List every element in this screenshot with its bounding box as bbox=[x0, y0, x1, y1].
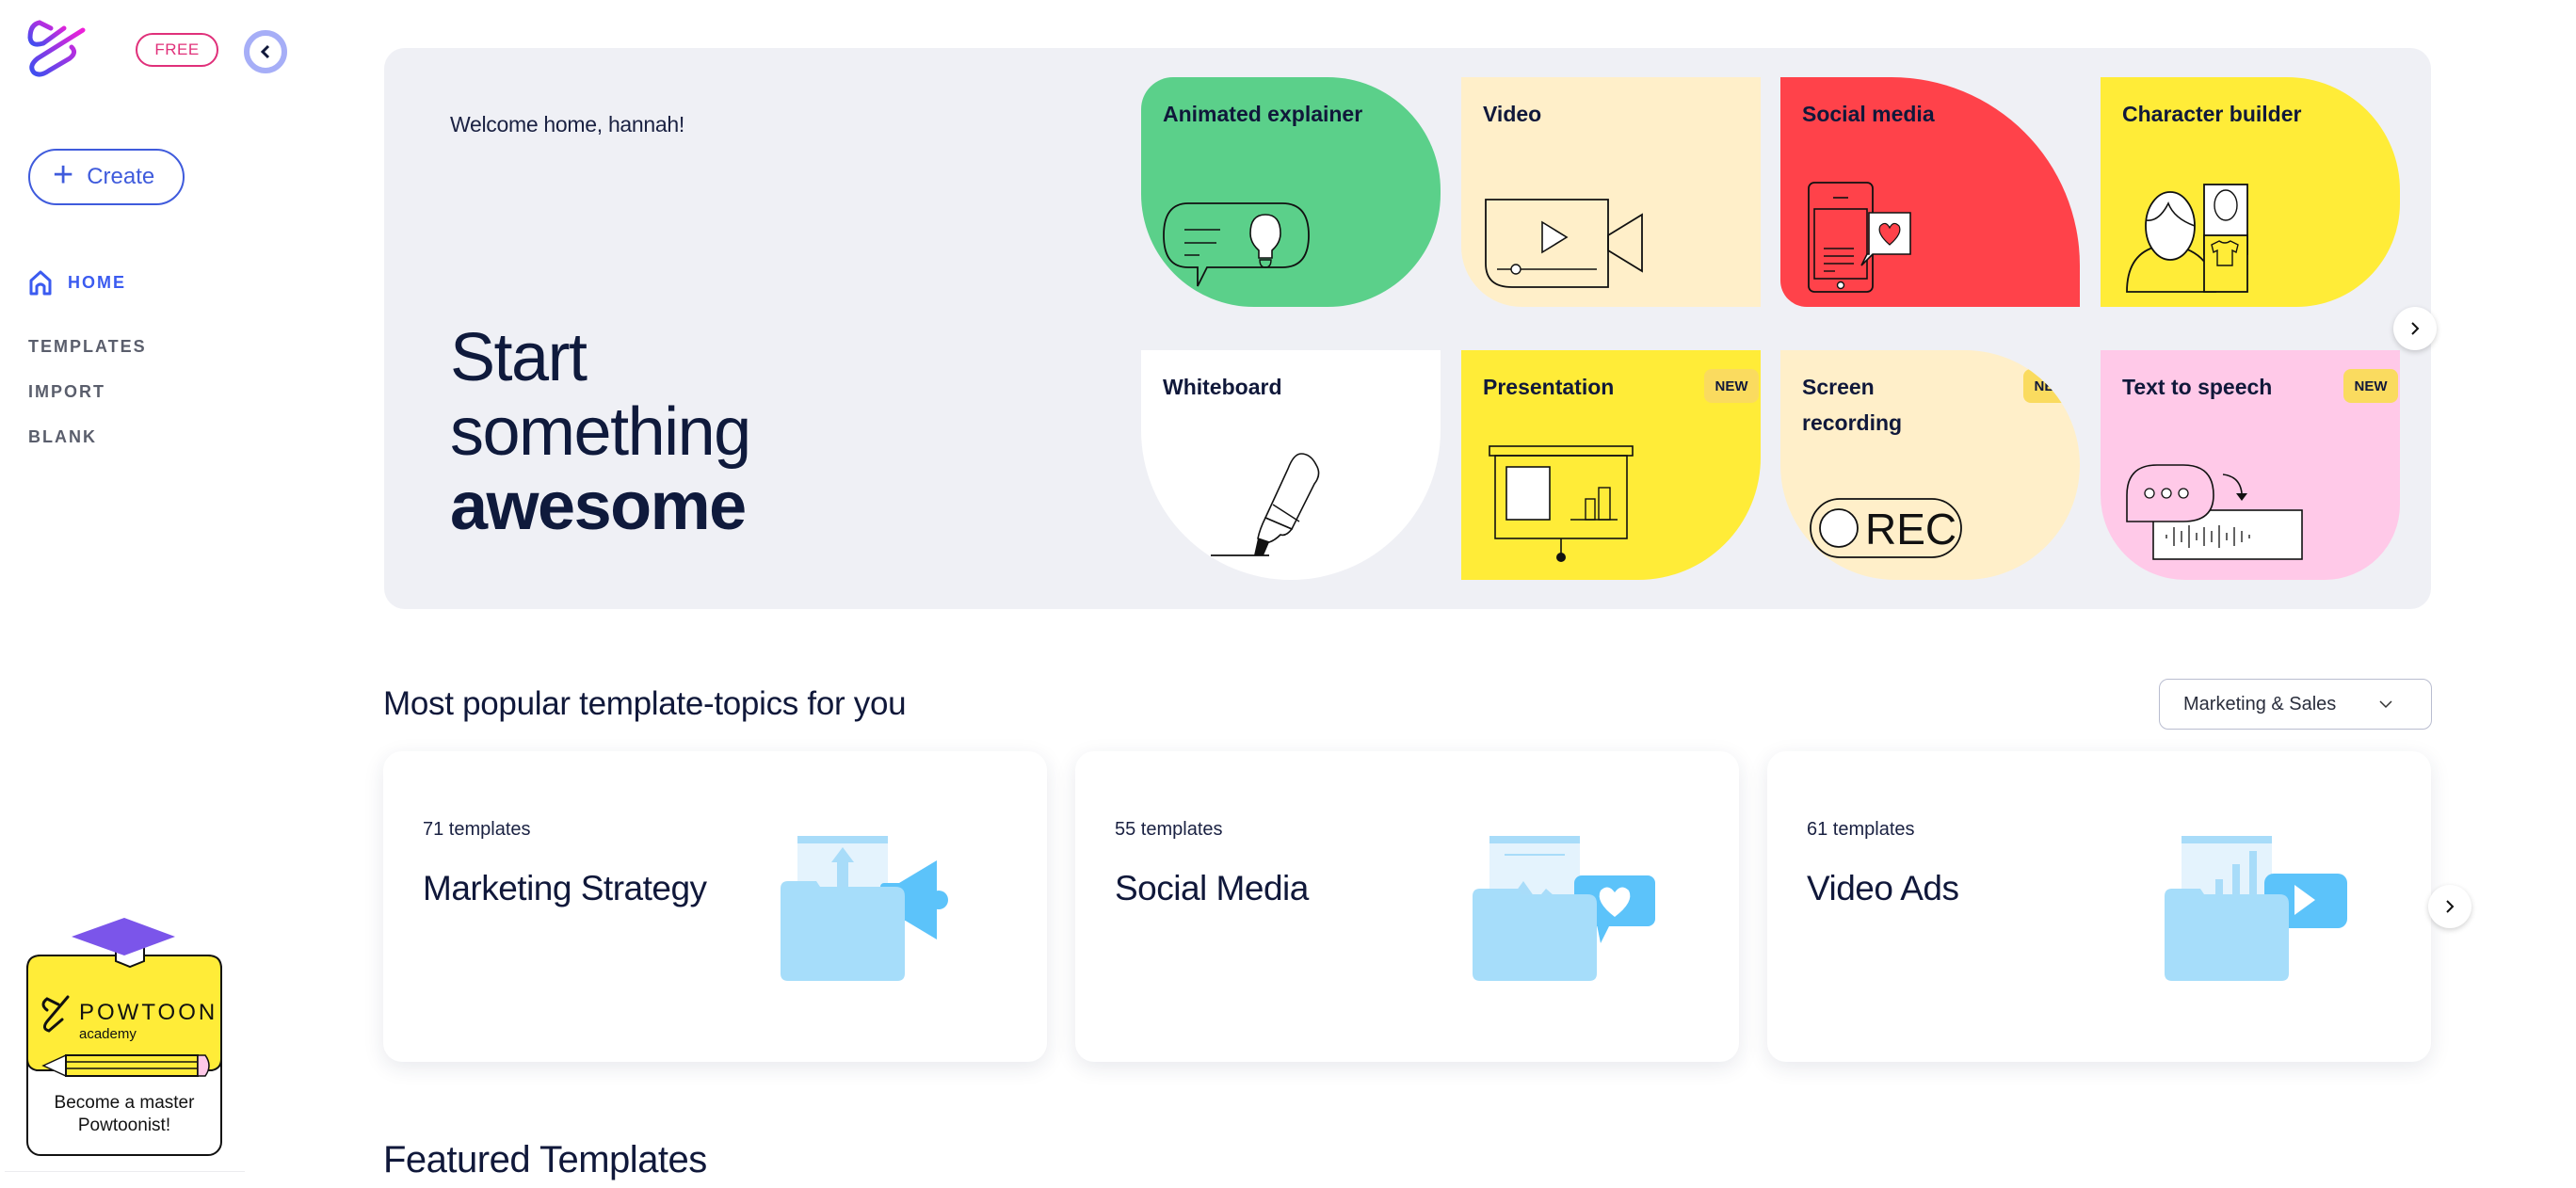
tile-title: Screen recording bbox=[1802, 375, 1903, 435]
topics-section-title: Most popular template-topics for you bbox=[383, 685, 907, 722]
home-icon bbox=[29, 270, 52, 296]
presentation-board-icon bbox=[1489, 445, 1634, 562]
tile-text-to-speech[interactable]: Text to speech NEW bbox=[2101, 350, 2400, 580]
sidebar-item-label: IMPORT bbox=[28, 382, 105, 401]
character-icon bbox=[2126, 184, 2248, 293]
rec-button-icon: REC bbox=[1810, 498, 1962, 558]
sidebar-item-templates[interactable]: TEMPLATES bbox=[28, 337, 147, 357]
chevron-right-icon bbox=[2411, 322, 2420, 335]
tile-title: Whiteboard bbox=[1163, 375, 1282, 399]
tile-title: Social media bbox=[1802, 102, 1935, 126]
sidebar-item-blank[interactable]: BLANK bbox=[28, 427, 97, 447]
template-count: 71 templates bbox=[423, 819, 531, 840]
topics-next-button[interactable] bbox=[2428, 885, 2471, 928]
powtoon-logo[interactable] bbox=[26, 19, 89, 77]
sidebar-item-label: TEMPLATES bbox=[28, 337, 147, 356]
create-label: Create bbox=[87, 164, 155, 189]
hero-panel: Welcome home, hannah! Start something aw… bbox=[384, 48, 2437, 609]
chevron-down-icon bbox=[2379, 700, 2392, 709]
folder-megaphone-icon bbox=[781, 836, 948, 981]
chevron-left-icon bbox=[260, 44, 270, 59]
phone-heart-icon bbox=[1808, 182, 1911, 293]
tile-character-builder[interactable]: Character builder bbox=[2101, 77, 2400, 307]
welcome-message: Welcome home, hannah! bbox=[450, 112, 684, 136]
academy-brand: POWTOON bbox=[79, 1000, 217, 1025]
topic-card-marketing-strategy[interactable]: 71 templates Marketing Strategy bbox=[383, 751, 1047, 1062]
academy-illustration: POWTOON academy Become a master Powtooni… bbox=[26, 918, 222, 1156]
sidebar-item-home[interactable]: HOME bbox=[28, 269, 126, 296]
sidebar-item-import[interactable]: IMPORT bbox=[28, 382, 105, 402]
topic-card-video-ads[interactable]: 61 templates Video Ads bbox=[1767, 751, 2431, 1062]
speech-to-waveform-icon bbox=[2126, 464, 2303, 560]
tile-screen-recording[interactable]: Screen recording NEW REC bbox=[1780, 350, 2080, 580]
tile-title: Presentation bbox=[1483, 375, 1615, 399]
sidebar: FREE + Create HOME TEMPLATES IMPORT BLAN… bbox=[0, 0, 287, 1188]
tile-animated-explainer[interactable]: Animated explainer bbox=[1141, 77, 1441, 307]
template-count: 61 templates bbox=[1807, 819, 1915, 840]
rec-label: REC bbox=[1865, 505, 1956, 554]
sidebar-item-label: HOME bbox=[68, 272, 126, 292]
topic-name: Marketing Strategy bbox=[423, 869, 707, 907]
folder-video-icon bbox=[2165, 836, 2347, 981]
academy-line1: Become a master bbox=[55, 1093, 196, 1113]
academy-sub: academy bbox=[79, 1026, 137, 1042]
headline-line: Start bbox=[450, 320, 588, 395]
tile-title: Animated explainer bbox=[1163, 102, 1363, 126]
topic-name: Video Ads bbox=[1807, 869, 1959, 907]
sidebar-divider bbox=[5, 1171, 245, 1172]
tile-title: Character builder bbox=[2122, 102, 2302, 126]
chevron-right-icon bbox=[2446, 900, 2455, 913]
featured-templates-title: Featured Templates bbox=[383, 1139, 707, 1180]
topic-category-dropdown[interactable]: Marketing & Sales bbox=[2159, 679, 2432, 730]
topic-name: Social Media bbox=[1115, 869, 1309, 907]
new-badge: NEW bbox=[1704, 369, 1759, 403]
tile-video[interactable]: Video bbox=[1461, 77, 1761, 307]
video-camera-icon bbox=[1485, 199, 1643, 288]
academy-line2: Powtoonist! bbox=[78, 1116, 170, 1135]
tile-title: Video bbox=[1483, 102, 1542, 126]
new-badge: NEW bbox=[2023, 369, 2078, 403]
tile-title: Text to speech bbox=[2122, 375, 2273, 399]
plan-badge[interactable]: FREE bbox=[136, 33, 218, 67]
topic-card-social-media[interactable]: 55 templates Social Media bbox=[1075, 751, 1739, 1062]
tile-presentation[interactable]: Presentation NEW bbox=[1461, 350, 1761, 580]
academy-promo-card[interactable]: POWTOON academy Become a master Powtooni… bbox=[26, 918, 222, 1157]
dropdown-value: Marketing & Sales bbox=[2183, 693, 2337, 714]
sidebar-item-label: BLANK bbox=[28, 427, 97, 446]
collapse-sidebar-button[interactable] bbox=[244, 30, 287, 73]
hero-next-button[interactable] bbox=[2393, 307, 2437, 350]
speech-bubble-lightbulb-icon bbox=[1163, 202, 1310, 287]
create-button[interactable]: + Create bbox=[28, 149, 185, 205]
tile-social-media[interactable]: Social media bbox=[1780, 77, 2080, 307]
marker-icon bbox=[1211, 453, 1320, 556]
headline-line: something bbox=[450, 394, 751, 470]
tile-whiteboard[interactable]: Whiteboard bbox=[1141, 350, 1441, 580]
headline-line-bold: awesome bbox=[450, 469, 747, 544]
hero-headline: Start something awesome bbox=[450, 320, 751, 544]
folder-heart-icon bbox=[1473, 836, 1655, 981]
plus-icon: + bbox=[53, 155, 74, 195]
template-count: 55 templates bbox=[1115, 819, 1223, 840]
new-badge: NEW bbox=[2343, 369, 2398, 403]
